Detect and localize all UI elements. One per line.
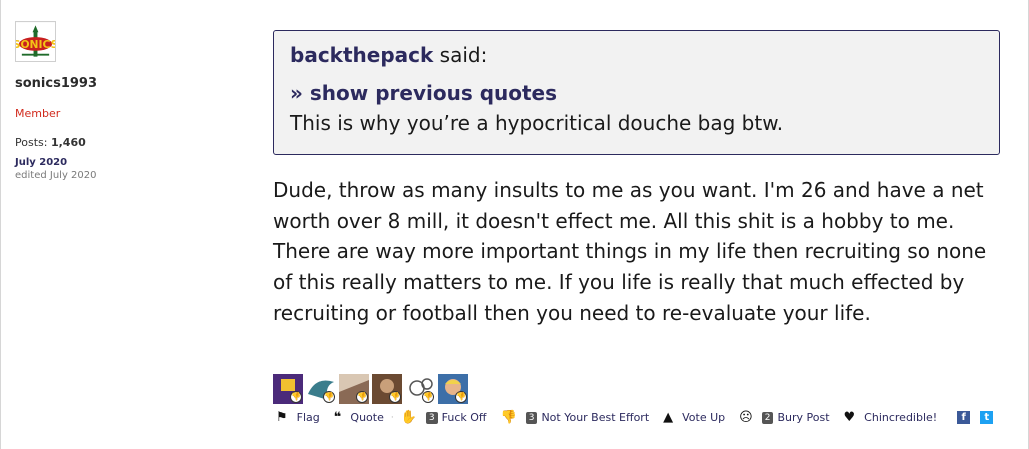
dislike-badge-icon: 👎 xyxy=(290,391,302,403)
thumbs-down-icon: 👎 xyxy=(500,410,517,425)
vote-up-button[interactable]: ▲ Vote Up xyxy=(663,410,725,425)
twitter-share-icon[interactable]: t xyxy=(980,411,994,424)
said-label: said: xyxy=(439,43,488,67)
author-post-count: Posts: 1,460 xyxy=(15,136,215,149)
reactor-avatar-4[interactable]: 👎 xyxy=(372,374,402,404)
fuck-off-count: 3 xyxy=(425,411,438,424)
author-panel: SONICS sonics1993 Member Posts: 1,460 Ju… xyxy=(15,21,215,181)
bury-icon: ☹ xyxy=(739,410,753,425)
fuck-off-button[interactable]: ✋ 3 Fuck Off xyxy=(401,410,487,425)
flag-button[interactable]: ⚑ Flag xyxy=(276,410,320,425)
posts-label: Posts: xyxy=(15,136,48,149)
heart-icon: ♥ xyxy=(843,410,856,425)
reactor-avatar-2[interactable]: 👎 xyxy=(306,374,336,404)
bury-count: 2 xyxy=(761,411,774,424)
dislike-badge-icon: 👎 xyxy=(422,391,434,403)
vote-up-icon: ▲ xyxy=(663,410,674,425)
flag-icon: ⚑ xyxy=(276,410,288,425)
edited-label: edited July 2020 xyxy=(15,170,97,181)
not-best-label: Not Your Best Effort xyxy=(541,411,650,424)
post-date[interactable]: July 2020 xyxy=(15,157,215,168)
dislike-badge-icon: 👎 xyxy=(455,391,467,403)
quote-label: Quote xyxy=(350,411,384,424)
vote-up-label: Vote Up xyxy=(682,411,726,424)
quoted-username[interactable]: backthepack xyxy=(290,43,433,67)
reaction-bar: ⚑ Flag ❝ Quote · ✋ 3 Fuck Off 👎 3 Not Yo… xyxy=(276,410,994,425)
author-username[interactable]: sonics1993 xyxy=(15,76,215,91)
reactor-avatar-6[interactable]: 👎 xyxy=(438,374,468,404)
fuck-off-label: Fuck Off xyxy=(441,411,487,424)
reactor-avatar-3[interactable]: 👎 xyxy=(339,374,369,404)
reactor-avatar-5[interactable]: 👎 xyxy=(405,374,435,404)
bury-label: Bury Post xyxy=(777,411,830,424)
post-body: Dude, throw as many insults to me as you… xyxy=(273,178,987,325)
flag-label: Flag xyxy=(296,411,320,424)
sonics-logo-icon: SONICS xyxy=(16,22,55,61)
fuck-off-icon: ✋ xyxy=(400,410,417,425)
show-previous-quotes-link[interactable]: » show previous quotes xyxy=(290,81,983,105)
reaction-avatars: 👎 👎 👎 👎 👎 👎 xyxy=(273,374,468,404)
author-avatar[interactable]: SONICS xyxy=(15,21,56,62)
dislike-badge-icon: 👎 xyxy=(356,391,368,403)
not-best-effort-button[interactable]: 👎 3 Not Your Best Effort xyxy=(501,410,650,425)
comment-frame: SONICS sonics1993 Member Posts: 1,460 Ju… xyxy=(0,0,1029,449)
chincredible-button[interactable]: ♥ Chincredible! xyxy=(844,410,938,425)
not-best-count: 3 xyxy=(525,411,538,424)
quote-text: This is why you’re a hypocritical douche… xyxy=(290,111,784,135)
chincredible-label: Chincredible! xyxy=(864,411,938,424)
dislike-badge-icon: 👎 xyxy=(323,391,335,403)
posts-count: 1,460 xyxy=(50,136,86,149)
separator: · xyxy=(390,412,394,423)
author-role: Member xyxy=(15,107,61,120)
quote-header: backthepack said: xyxy=(290,43,983,67)
blockquote: backthepack said: » show previous quotes… xyxy=(273,30,1000,155)
bury-post-button[interactable]: ☹ 2 Bury Post xyxy=(739,410,829,425)
quote-button[interactable]: ❝ Quote xyxy=(334,410,384,425)
facebook-share-icon[interactable]: f xyxy=(957,411,971,424)
quote-icon: ❝ xyxy=(333,410,342,425)
reactor-avatar-1[interactable]: 👎 xyxy=(273,374,303,404)
svg-text:SONICS: SONICS xyxy=(16,37,55,50)
dislike-badge-icon: 👎 xyxy=(389,391,401,403)
